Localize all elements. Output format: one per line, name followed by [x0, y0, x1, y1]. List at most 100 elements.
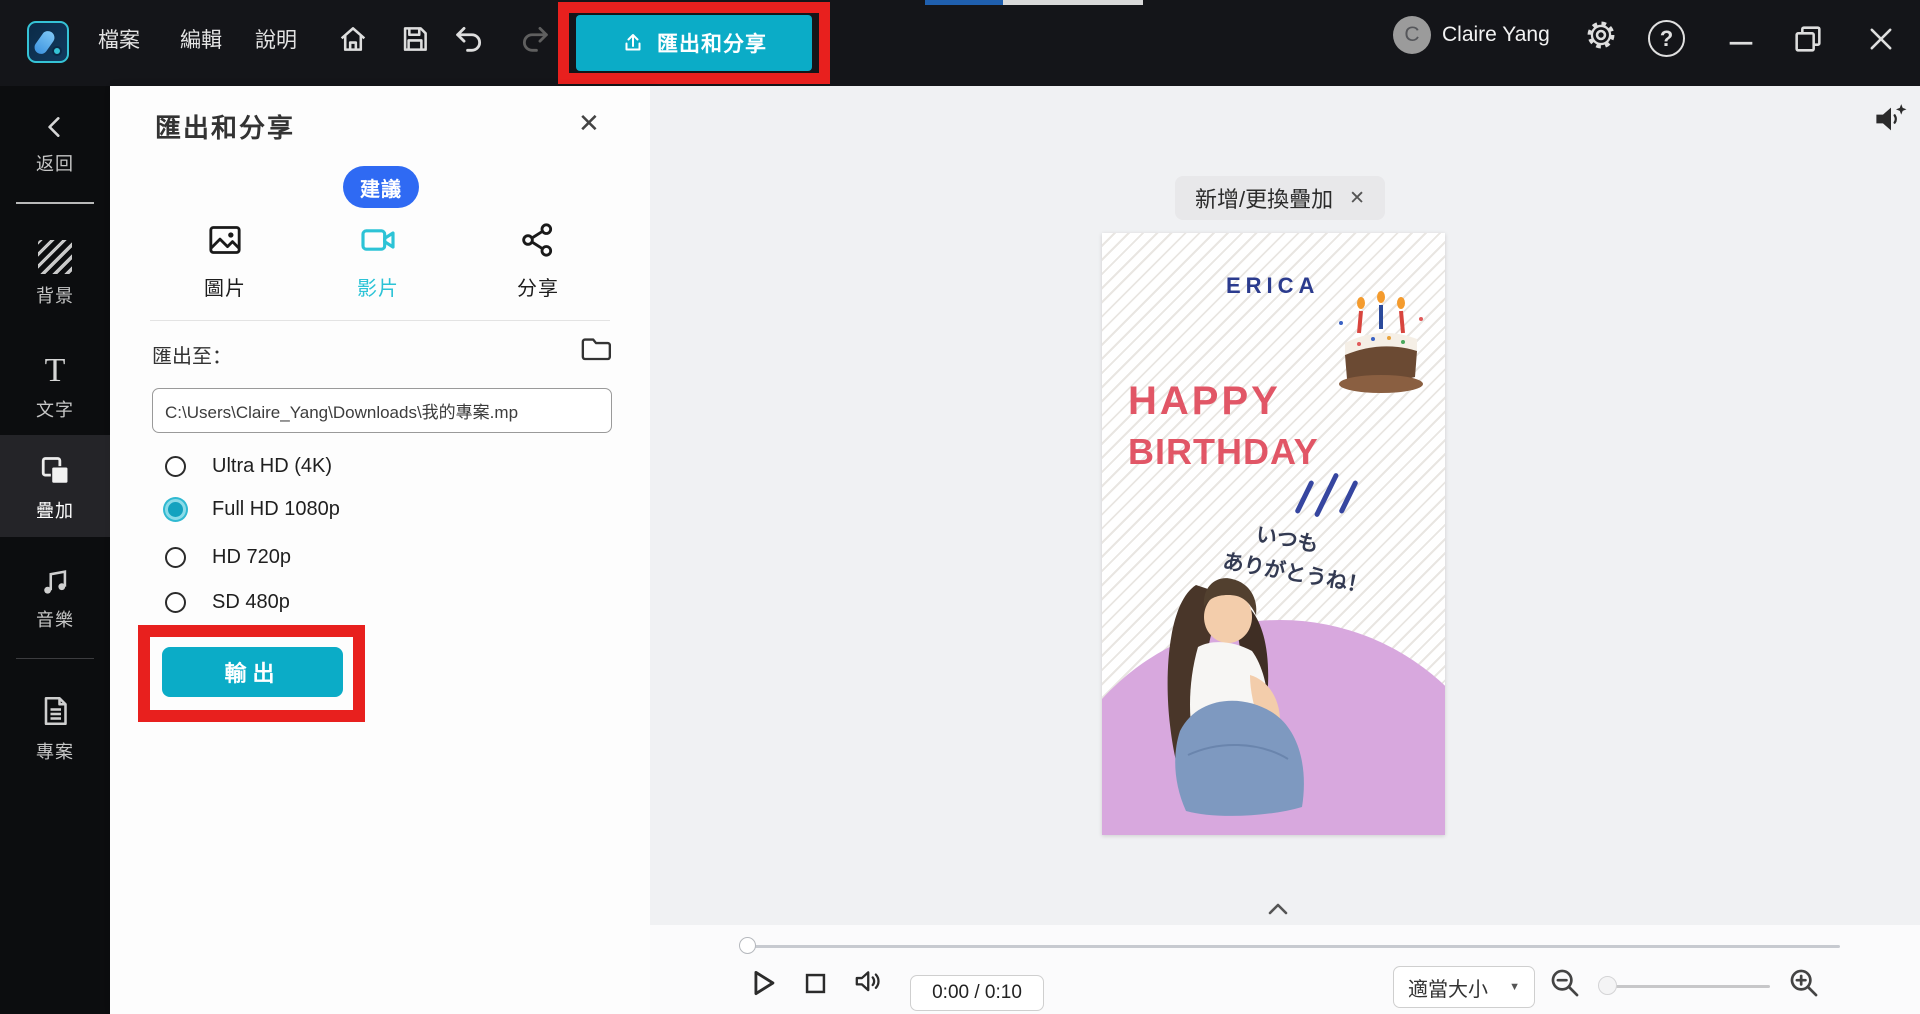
tab-image[interactable]: 圖片: [170, 220, 280, 301]
output-button[interactable]: 輸出: [162, 647, 343, 697]
resolution-option-4k[interactable]: Ultra HD (4K): [165, 455, 332, 478]
overlay-icon: [41, 457, 69, 485]
girl-photo: [1167, 578, 1304, 816]
canvas-area: 新增/更換疊加 ✕ ERICA HAPPY BIRTHDAY いつも ありがとう…: [650, 86, 1920, 1014]
back-chevron-icon: [48, 117, 60, 137]
share-icon: [522, 223, 553, 257]
tab-label: 圖片: [204, 278, 246, 300]
sidebar-item-label: 背景: [36, 286, 74, 306]
menu-edit[interactable]: 編輯: [180, 24, 222, 54]
resolution-option-720p[interactable]: HD 720p: [165, 546, 291, 569]
card-headline-1: HAPPY: [1128, 379, 1281, 423]
avatar-initial: C: [1404, 23, 1420, 46]
music-icon: [44, 570, 67, 594]
zoom-out-icon[interactable]: [1548, 966, 1582, 1000]
caret-down-icon: ▼: [1509, 981, 1520, 993]
upload-icon: [625, 34, 641, 51]
sidebar-item-background[interactable]: 背景: [0, 232, 110, 308]
project-icon: [44, 696, 67, 726]
home-icon[interactable]: [336, 22, 370, 56]
radio-unchecked-icon: [165, 456, 186, 477]
background-icon: [38, 240, 72, 274]
play-icon[interactable]: [746, 966, 780, 1000]
resolution-label: HD 720p: [212, 546, 291, 568]
export-path-input[interactable]: [152, 388, 612, 433]
sidebar-item-overlay[interactable]: 疊加: [0, 435, 110, 537]
chip-close-icon[interactable]: ✕: [1349, 187, 1365, 210]
add-replace-overlay-chip[interactable]: 新增/更換疊加 ✕: [1175, 176, 1386, 220]
resolution-label: Ultra HD (4K): [212, 455, 333, 477]
export-to-label: 匯出至：: [152, 346, 232, 368]
zoom-fit-dropdown[interactable]: 適當大小 ▼: [1393, 966, 1535, 1008]
resolution-option-480p[interactable]: SD 480p: [165, 591, 290, 614]
panel-title: 匯出和分享: [155, 113, 296, 143]
sidebar-back-button[interactable]: 返回: [0, 104, 110, 176]
sidebar-item-label: 專案: [36, 742, 74, 762]
export-share-label: 匯出和分享: [657, 33, 767, 56]
radio-checked-icon: [165, 499, 186, 520]
app-logo[interactable]: [27, 21, 69, 63]
save-icon[interactable]: [398, 22, 432, 56]
card-name-text: ERICA: [1226, 273, 1320, 298]
radio-unchecked-icon: [165, 592, 186, 613]
close-icon[interactable]: [1864, 22, 1898, 56]
titlebar: 檔案 編輯 說明 匯出和分享 C Claire Yang ?: [0, 0, 1920, 86]
recommended-badge: 建議: [343, 166, 419, 208]
sidebar-divider: [16, 658, 94, 659]
overlay-chip-label: 新增/更換疊加: [1195, 187, 1334, 212]
tab-share[interactable]: 分享: [483, 220, 593, 301]
help-glyph: ?: [1659, 25, 1674, 51]
top-edge-artifact-blue: [925, 0, 1003, 5]
resolution-label: Full HD 1080p: [212, 498, 340, 520]
video-icon: [361, 229, 395, 251]
folder-icon[interactable]: [578, 332, 614, 366]
app-window: 檔案 編輯 說明 匯出和分享 C Claire Yang ? 返回 背景 T 文…: [0, 0, 1920, 1014]
sidebar: 返回 背景 T 文字 疊加 音樂 專案: [0, 86, 110, 1014]
help-icon[interactable]: ?: [1648, 20, 1685, 57]
tab-label: 影片: [357, 278, 399, 300]
time-display: 0:00 / 0:10: [910, 975, 1044, 1011]
undo-icon[interactable]: [452, 22, 486, 56]
app-logo-dot: [52, 46, 62, 56]
time-value: 0:00 / 0:10: [932, 982, 1022, 1003]
collapse-chevron-icon[interactable]: [1256, 898, 1300, 920]
card-headline-2: BIRTHDAY: [1128, 431, 1319, 472]
volume-icon[interactable]: [853, 966, 886, 999]
gear-icon[interactable]: [1584, 18, 1618, 52]
birthday-card-preview[interactable]: ERICA HAPPY BIRTHDAY いつも ありがとうね！: [1102, 233, 1445, 835]
resolution-label: SD 480p: [212, 591, 290, 613]
sidebar-item-music[interactable]: 音樂: [0, 556, 110, 632]
menu-help[interactable]: 說明: [255, 24, 297, 54]
panel-close-icon[interactable]: ✕: [578, 108, 600, 139]
sidebar-divider: [16, 202, 94, 204]
sidebar-item-label: 音樂: [36, 610, 74, 630]
minimize-icon[interactable]: [1724, 22, 1758, 56]
sidebar-item-label: 文字: [36, 400, 74, 420]
resolution-option-1080p[interactable]: Full HD 1080p: [165, 498, 340, 521]
text-icon: T: [44, 352, 66, 389]
audio-settings-icon[interactable]: [1872, 100, 1910, 138]
sidebar-item-text[interactable]: T 文字: [0, 346, 110, 422]
stop-icon[interactable]: [802, 970, 829, 997]
redo-icon[interactable]: [518, 22, 552, 56]
export-share-button[interactable]: 匯出和分享: [576, 15, 812, 71]
image-icon: [209, 226, 241, 254]
playback-bar: [650, 925, 1920, 1014]
sidebar-item-label: 疊加: [36, 501, 74, 521]
zoom-fit-label: 適當大小: [1408, 978, 1488, 1001]
sidebar-item-project[interactable]: 專案: [0, 684, 110, 764]
menu-file[interactable]: 檔案: [98, 24, 140, 54]
restore-icon[interactable]: [1791, 22, 1825, 56]
panel-divider: [150, 320, 610, 321]
tab-label: 分享: [517, 278, 559, 300]
avatar[interactable]: C: [1393, 16, 1431, 54]
user-name: Claire Yang: [1442, 23, 1550, 46]
sidebar-back-label: 返回: [36, 154, 74, 174]
tab-video[interactable]: 影片: [323, 220, 433, 301]
export-panel: 匯出和分享 ✕ 建議 圖片 影片 分享 匯出至： C:\Users\Claire…: [110, 86, 650, 1014]
zoom-in-icon[interactable]: [1787, 966, 1821, 1000]
zoom-slider-track[interactable]: [1608, 985, 1770, 988]
zoom-slider-handle[interactable]: [1598, 976, 1617, 995]
timeline-scrubber-handle[interactable]: [739, 937, 756, 954]
timeline-scrubber-track[interactable]: [745, 945, 1840, 948]
